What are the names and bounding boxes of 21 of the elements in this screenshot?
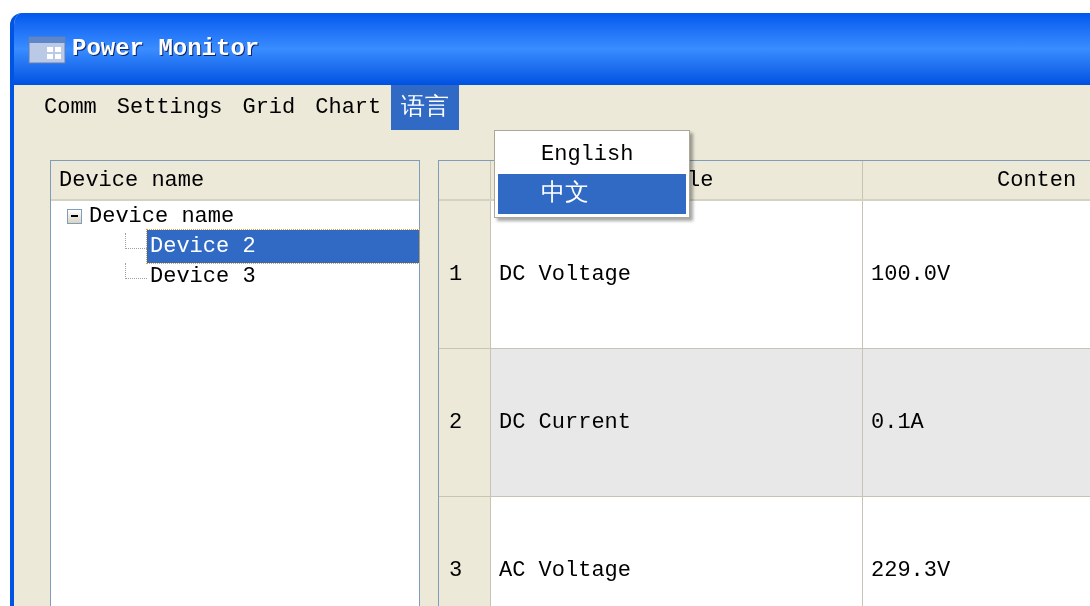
menu-option[interactable]: 中文 <box>498 174 686 214</box>
table-cell: DC Current <box>491 349 863 496</box>
menu-item[interactable]: Settings <box>106 85 233 130</box>
tree-line-icon <box>125 263 147 279</box>
column-header: Device name <box>51 161 419 201</box>
row-number: 2 <box>439 349 491 496</box>
collapse-toggle-icon[interactable] <box>67 208 82 224</box>
column-header: Conten <box>996 166 1078 195</box>
row-number: 1 <box>439 201 491 348</box>
menu-item[interactable]: Comm <box>34 85 107 130</box>
table-cell-text: 229.3V <box>870 557 952 585</box>
row-number: 3 <box>439 497 491 606</box>
tree-item[interactable]: Device 2 <box>147 229 419 263</box>
table-cell-text: 0.1A <box>870 409 925 437</box>
menu-item[interactable]: Chart <box>305 85 392 130</box>
app-window-icon <box>28 34 66 64</box>
table-cell-text: 100.0V <box>870 261 952 289</box>
window-title: Power Monitor <box>72 34 260 64</box>
table-cell: AC Voltage <box>491 497 863 606</box>
menu-item[interactable]: Grid <box>232 85 306 130</box>
menu-item[interactable]: 语言 <box>391 85 460 130</box>
